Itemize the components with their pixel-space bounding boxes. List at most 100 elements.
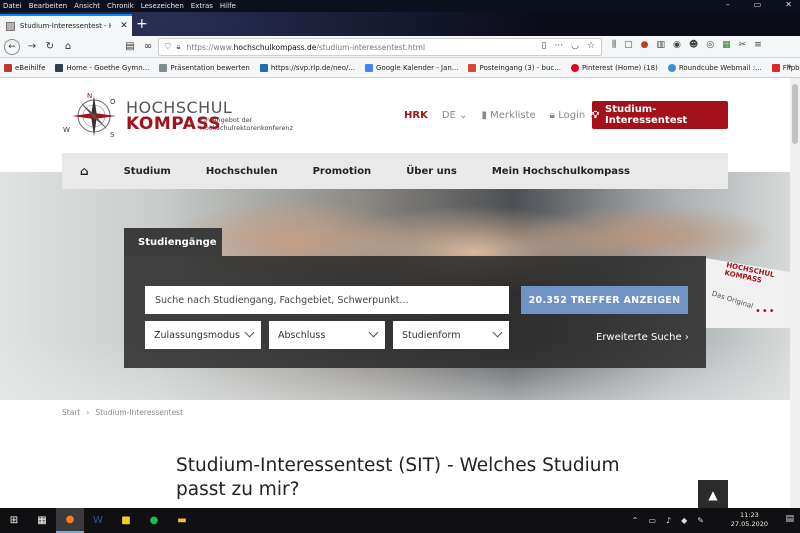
show-results-button[interactable]: 20.352 TREFFER ANZEIGEN (521, 286, 688, 314)
menu-chronik[interactable]: Chronik (107, 2, 134, 10)
account-icon[interactable]: ◎ (706, 40, 714, 50)
select-studienform[interactable]: Studienform (393, 321, 509, 349)
compass-letter-o: O (110, 98, 116, 106)
menu-datei[interactable]: Datei (3, 2, 22, 10)
url-bar[interactable]: ⛉ 🔒︎ https://www.hochschulkompass.de/stu… (158, 38, 602, 56)
nav-item-ueber-uns[interactable]: Über uns (406, 166, 457, 177)
search-input[interactable] (145, 286, 509, 314)
language-selector[interactable]: DE ⌄ (442, 110, 468, 121)
nav-item-studium[interactable]: Studium (124, 166, 171, 177)
toolbar-extensions: ⫼ ▢ ● ▥ ◉ ☻ ◎ ▦ ✂ ≡ (612, 40, 762, 50)
extension-barcode-icon[interactable]: ▥ (657, 40, 666, 50)
pocket-icon[interactable]: ◡ (571, 41, 579, 51)
reader-glasses-icon[interactable]: ∞ (140, 39, 156, 55)
bookmark-item[interactable]: Posteingang (3) - buc... (468, 63, 561, 72)
favicon-icon (6, 21, 15, 31)
bookmark-item[interactable]: https://svp.rlp.de/neo/... (259, 63, 355, 72)
select-zulassungsmodus[interactable]: Zulassungsmodus (145, 321, 261, 349)
login-link[interactable]: 🔒︎ Login ⌄ (550, 110, 597, 121)
word-icon[interactable]: W (84, 508, 112, 533)
more-actions-icon[interactable]: ··· (554, 41, 563, 51)
bookmark-item[interactable]: Home - Goethe Gymn... (55, 63, 149, 72)
menu-extras[interactable]: Extras (191, 2, 213, 10)
bookmark-item[interactable]: Roundcube Webmail :... (667, 63, 762, 72)
hrk-link[interactable]: HRK (404, 110, 428, 121)
scrollbar-thumb[interactable] (792, 84, 798, 144)
windows-taskbar: ⊞ ▦ ● W ■ ● ▬ ⌃ ▭ ♪ ◆ ✎ 11:23 27.05.2020… (0, 508, 800, 533)
select-abschluss[interactable]: Abschluss (269, 321, 385, 349)
tray-chevron-up-icon[interactable]: ⌃ (632, 516, 639, 525)
studium-interessentest-button[interactable]: 💡︎ Studium-Interessentest (592, 101, 728, 129)
back-arrow-icon[interactable]: ← (4, 39, 20, 55)
minimize-button[interactable]: – (726, 0, 730, 9)
forward-arrow-icon[interactable]: → (24, 39, 40, 55)
bookmark-favicon-icon (55, 63, 64, 72)
bookmark-icon: ▮ (481, 110, 487, 121)
library-icon[interactable]: ⫼ (612, 40, 616, 50)
file-explorer-icon[interactable]: ▬ (168, 508, 196, 533)
bookmarks-overflow-button[interactable]: » (786, 62, 792, 72)
chevron-down-icon: ⌄ (459, 110, 468, 121)
badge-dots: ••• (755, 306, 776, 317)
tab-active[interactable]: Studium-Interessentest - Hoch ✕ (0, 14, 132, 36)
extension-pdf-icon[interactable]: ● (641, 40, 649, 50)
window-controls: – ▭ ✕ (726, 0, 792, 9)
dropbox-icon[interactable]: ◆ (681, 516, 687, 525)
bookmark-favicon-icon (667, 63, 676, 72)
merkliste-link[interactable]: ▮ Merkliste (481, 110, 535, 121)
close-window-button[interactable]: ✕ (785, 0, 792, 9)
extension-ghost-icon[interactable]: ☻ (689, 40, 698, 50)
print-icon[interactable]: ▤ (122, 39, 138, 55)
menu-lesezeichen[interactable]: Lesezeichen (141, 2, 184, 10)
bookmark-item[interactable]: Pinterest (Home) (18) (570, 63, 658, 72)
advanced-search-link[interactable]: Erweiterte Suche › (596, 332, 689, 343)
tab-strip: Studium-Interessentest - Hoch ✕ + (0, 12, 800, 36)
windows-start-icon[interactable]: ⊞ (0, 508, 28, 533)
chevron-up-icon: ▲ (708, 488, 718, 502)
sticky-notes-icon[interactable]: ■ (112, 508, 140, 533)
menu-bearbeiten[interactable]: Bearbeiten (29, 2, 67, 10)
nav-item-promotion[interactable]: Promotion (313, 166, 372, 177)
tab-studiengaenge[interactable]: Studiengänge (124, 228, 222, 256)
home-icon[interactable]: ⌂ (60, 39, 76, 55)
nav-item-mein-hochschulkompass[interactable]: Mein Hochschulkompass (492, 166, 630, 177)
page-scrollbar[interactable] (790, 78, 800, 508)
battery-icon[interactable]: ▭ (648, 516, 656, 525)
nav-home-icon[interactable]: ⌂ (80, 164, 89, 178)
screenshot-icon[interactable]: ✂ (739, 40, 747, 50)
reload-icon[interactable]: ↻ (42, 39, 58, 55)
menu-hamburger-icon[interactable]: ≡ (754, 40, 762, 50)
new-tab-button[interactable]: + (136, 17, 148, 31)
breadcrumb-current: Studium-Interessentest (95, 408, 184, 417)
notification-icon[interactable]: ▤ (785, 514, 794, 524)
extension-dark-icon[interactable]: ◉ (673, 40, 681, 50)
bookmark-item[interactable]: eBeihilfe (4, 63, 45, 72)
shield-icon[interactable]: ⛉ (165, 42, 171, 52)
breadcrumb: Start › Studium-Interessentest (62, 408, 183, 417)
chevron-down-icon (492, 327, 503, 338)
extension-grid-icon[interactable]: ▦ (722, 40, 731, 50)
maximize-button[interactable]: ▭ (754, 0, 762, 9)
lightbulb-icon: 💡︎ (592, 109, 599, 121)
page-title: Studium-Interessentest (SIT) - Welches S… (176, 455, 620, 500)
firefox-icon[interactable]: ● (56, 508, 84, 533)
menu-ansicht[interactable]: Ansicht (74, 2, 100, 10)
volume-icon[interactable]: ♪ (666, 516, 671, 525)
url-actions: ▯ ··· ◡ ☆ (542, 41, 595, 51)
hochschulkompass-logo[interactable]: N O S W HOCHSCHUL KOMPASS Ein Angebot de… (60, 88, 300, 144)
breadcrumb-start[interactable]: Start (62, 408, 80, 417)
menu-hilfe[interactable]: Hilfe (220, 2, 236, 10)
taskbar-clock[interactable]: 11:23 27.05.2020 (731, 511, 768, 529)
calculator-icon[interactable]: ▦ (28, 508, 56, 533)
nav-item-hochschulen[interactable]: Hochschulen (206, 166, 278, 177)
tab-close-icon[interactable]: ✕ (116, 21, 132, 31)
pen-icon[interactable]: ✎ (697, 516, 704, 525)
spotify-icon[interactable]: ● (140, 508, 168, 533)
sidebar-icon[interactable]: ▢ (624, 40, 633, 50)
bookmark-item[interactable]: Google Kalender - Jan... (365, 63, 458, 72)
reader-view-icon[interactable]: ▯ (542, 41, 547, 51)
search-panel: 20.352 TREFFER ANZEIGEN Zulassungsmodus … (124, 256, 706, 368)
scroll-to-top-button[interactable]: ▲ (698, 480, 728, 508)
bookmark-star-icon[interactable]: ☆ (587, 41, 595, 51)
bookmark-item[interactable]: Präsentation bewerten (159, 63, 250, 72)
